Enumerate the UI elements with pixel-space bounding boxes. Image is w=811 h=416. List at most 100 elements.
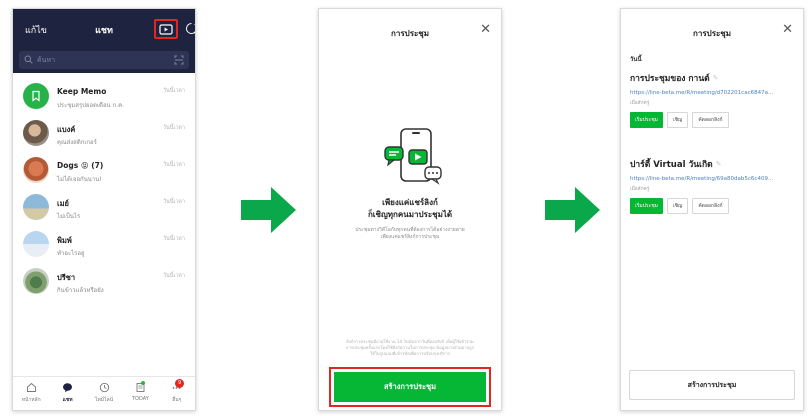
chat-header: แก้ไข แชท — [13, 9, 195, 49]
chat-item-pim[interactable]: พิมพ์ ทำอะไรอยู่ วันนี้เวลา — [13, 227, 195, 264]
meeting-actions: เริ่มประชุม เชิญ คัดลอกลิงก์ — [630, 112, 794, 128]
copy-link-button[interactable]: คัดลอกลิงก์ — [692, 112, 729, 128]
chat-name: แบงค์ — [57, 125, 76, 134]
chat-name: พิมพ์ — [57, 236, 72, 245]
description-line: ประชุมทางวิดีโอกับทุกคนที่ต้องการได้อย่า… — [355, 227, 465, 233]
tab-timeline[interactable]: ไทม์ไลน์ — [86, 377, 122, 410]
chat-name: Keep Memo — [57, 87, 107, 96]
screen-title: การประชุม — [692, 29, 731, 38]
chat-name: เมย์ — [57, 199, 69, 208]
tutorial-stage: แก้ไข แชท ค้นหา Keep Memo ประชุมสรุปยอดเ… — [0, 0, 811, 416]
meeting-name: ปาร์ตี้ Virtual วันเกิด ✎ — [630, 157, 794, 171]
chat-last-message: คุณส่งสติกเกอร์ — [57, 139, 97, 146]
tab-label: TODAY — [132, 396, 149, 402]
chat-time: วันนี้เวลา — [162, 199, 185, 205]
chat-time: วันนี้เวลา — [162, 236, 185, 242]
meeting-intro-screen: การประชุม ✕ เพียงแค่แชร์ลิงก์ ก็เชิญทุกค… — [318, 8, 502, 411]
new-chat-icon[interactable] — [185, 22, 196, 35]
avatar — [23, 194, 49, 220]
tab-home[interactable]: หน้าหลัก — [13, 377, 49, 410]
avatar — [23, 231, 49, 257]
edit-pencil-icon[interactable]: ✎ — [713, 74, 719, 82]
close-icon[interactable]: ✕ — [480, 23, 491, 36]
chat-last-message: ทำอะไรอยู่ — [57, 250, 85, 257]
screen-title: การประชุม — [390, 29, 429, 38]
meeting-card: ปาร์ตี้ Virtual วันเกิด ✎ https://line-b… — [630, 157, 794, 214]
intro-headline: เพียงแค่แชร์ลิงก์ ก็เชิญทุกคนมาประชุมได้ — [329, 197, 491, 221]
headline-line: เพียงแค่แชร์ลิงก์ — [382, 198, 438, 207]
meeting-link[interactable]: https://line-beta.me/R/meeting/d702201ca… — [630, 90, 794, 96]
create-meeting-button[interactable]: สร้างการประชุม — [334, 372, 486, 402]
start-meeting-button[interactable]: เริ่มประชุม — [630, 198, 663, 214]
step-arrow-icon — [545, 187, 600, 233]
tab-label: แชท — [62, 397, 73, 403]
meeting-created-time: เมื่อสักครู่ — [630, 187, 650, 192]
chat-item-bank[interactable]: แบงค์ คุณส่งสติกเกอร์ วันนี้เวลา — [13, 116, 195, 153]
edit-pencil-icon[interactable]: ✎ — [716, 160, 722, 168]
create-meeting-button[interactable]: สร้างการประชุม — [629, 370, 795, 400]
avatar — [23, 157, 49, 183]
chat-item-mei[interactable]: เมย์ ไม่เป็นไร วันนี้เวลา — [13, 190, 195, 227]
clock-icon — [99, 382, 109, 393]
chat-last-message: ไม่เป็นไร — [57, 213, 81, 220]
video-meeting-button[interactable] — [154, 19, 178, 39]
headline-line: ก็เชิญทุกคนมาประชุมได้ — [367, 210, 453, 219]
meeting-created-time: เมื่อสักครู่ — [630, 101, 650, 106]
chat-list: Keep Memo ประชุมสรุปยอดเดือน ก.ค. วันนี้… — [13, 73, 195, 301]
chat-name: ปรีชา — [57, 273, 76, 282]
qr-scan-icon[interactable] — [174, 55, 184, 65]
meeting-card: การประชุมของ กานต์ ✎ https://line-beta.m… — [630, 71, 794, 128]
search-placeholder: ค้นหา — [37, 56, 56, 64]
step-arrow-icon — [241, 187, 296, 233]
chat-item-keep-memo[interactable]: Keep Memo ประชุมสรุปยอดเดือน ก.ค. วันนี้… — [13, 79, 195, 116]
invite-button[interactable]: เชิญ — [666, 112, 689, 128]
meeting-name-text: ปาร์ตี้ Virtual วันเกิด — [630, 160, 713, 170]
chat-last-message: ประชุมสรุปยอดเดือน ก.ค. — [57, 102, 125, 109]
tab-label: ไทม์ไลน์ — [94, 397, 114, 403]
tab-today[interactable]: TODAY — [122, 377, 158, 410]
chat-icon — [63, 383, 73, 393]
bookmark-icon — [32, 90, 40, 102]
notification-badge: 9 — [175, 379, 185, 388]
date-section-label: วันนี้ — [630, 56, 642, 63]
chat-last-message: ไม่ได้เจอกันนาน! — [57, 176, 102, 183]
meeting-illustration-icon — [384, 128, 442, 185]
tab-chat[interactable]: แชท — [49, 377, 85, 410]
meeting-actions: เริ่มประชุม เชิญ คัดลอกลิงก์ — [630, 198, 794, 214]
highlight-box: สร้างการประชุม — [329, 367, 491, 407]
description-line: เพียงแค่แชร์ลิงก์การประชุม — [380, 234, 440, 240]
chat-time: วันนี้เวลา — [162, 88, 185, 94]
meeting-name: การประชุมของ กานต์ ✎ — [630, 71, 794, 85]
new-indicator-dot — [140, 381, 145, 385]
start-meeting-button[interactable]: เริ่มประชุม — [630, 112, 663, 128]
bottom-tab-bar: หน้าหลัก แชท ไทม์ไลน์ TODAY 9 อื่นๆ — [13, 376, 195, 410]
chat-name: Dogs 😝 (7) — [57, 161, 104, 170]
avatar — [23, 83, 49, 109]
video-meeting-icon — [159, 23, 173, 35]
chat-time: วันนี้เวลา — [162, 162, 185, 168]
meeting-link[interactable]: https://line-beta.me/R/meeting/69a80dab5… — [630, 176, 794, 182]
home-icon — [26, 382, 36, 392]
close-icon[interactable]: ✕ — [782, 23, 793, 36]
chat-last-message: กินข้าวแล้วหรือยัง — [57, 287, 104, 294]
meeting-name-text: การประชุมของ กานต์ — [630, 74, 710, 84]
search-icon — [24, 55, 33, 64]
tab-label: อื่นๆ — [172, 397, 182, 403]
tab-more[interactable]: 9 อื่นๆ — [159, 377, 195, 410]
intro-description: ประชุมทางวิดีโอกับทุกคนที่ต้องการได้อย่า… — [333, 227, 487, 241]
avatar — [23, 268, 49, 294]
chat-item-preecha[interactable]: ปรีชา กินข้าวแล้วหรือยัง วันนี้เวลา — [13, 264, 195, 301]
invite-button[interactable]: เชิญ — [666, 198, 689, 214]
copy-link-button[interactable]: คัดลอกลิงก์ — [692, 198, 729, 214]
chat-time: วันนี้เวลา — [162, 273, 185, 279]
chat-time: วันนี้เวลา — [162, 125, 185, 131]
search-bar: ค้นหา — [13, 49, 195, 73]
chat-item-dogs[interactable]: Dogs 😝 (7) ไม่ได้เจอกันนาน! วันนี้เวลา — [13, 153, 195, 190]
tab-label: หน้าหลัก — [21, 397, 41, 403]
search-input[interactable]: ค้นหา — [19, 51, 189, 69]
chat-list-screen: แก้ไข แชท ค้นหา Keep Memo ประชุมสรุปยอดเ… — [12, 8, 196, 411]
avatar — [23, 120, 49, 146]
note-line: ใช้ในรูปแบบที่เข้ารหัสเพื่อการปรับปรุงบร… — [369, 351, 451, 356]
meeting-list-screen: การประชุม ✕ วันนี้ การประชุมของ กานต์ ✎ … — [620, 8, 804, 411]
link-expiry-note: ลิงก์การประชุมมีอายุใช้งาน 14 วันนับจากว… — [329, 339, 491, 357]
